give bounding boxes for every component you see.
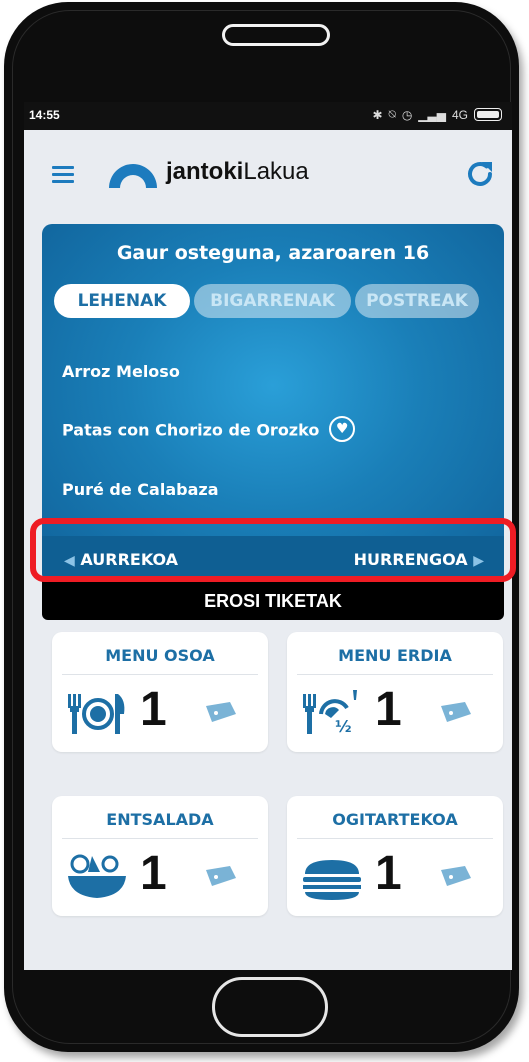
menu-date: Gaur osteguna, azaroaren 16 <box>116 242 430 264</box>
status-time: 14:55 <box>29 108 60 122</box>
network-type: 4G <box>451 107 468 122</box>
divider <box>297 674 493 675</box>
favorite-heart-icon[interactable]: ♥ <box>329 416 356 442</box>
brand-light: Lakua <box>243 158 309 185</box>
ticket-icon <box>206 866 236 886</box>
dish-item: Puré de Calabaza <box>62 480 218 499</box>
ticket-title: MENU OSOA <box>105 646 215 665</box>
divider <box>62 674 258 675</box>
dish-name: Patas con Chorizo de Orozko <box>62 420 320 440</box>
dish-item: Patas con Chorizo de Orozko ♥ <box>62 416 356 444</box>
plate-cutlery-icon <box>68 694 125 734</box>
refresh-icon[interactable] <box>464 158 496 190</box>
status-bar: 14:55 ✱ ⍉ ◷ ▁▃▅ 4G <box>24 102 512 130</box>
tab-lehenak[interactable]: LEHENAK <box>54 284 190 318</box>
dish-name: Puré de Calabaza <box>62 480 219 499</box>
brand-title: jantokiLakua <box>166 158 309 186</box>
ticket-count: 1 <box>140 847 167 900</box>
course-tabs: LEHENAK BIGARRENAK POSTREAK <box>54 284 479 318</box>
ticket-title: OGITARTEKOA <box>332 810 458 829</box>
divider <box>297 838 493 839</box>
navigation-highlight-frame <box>30 518 516 582</box>
sandwich-icon <box>303 860 361 900</box>
logo-icon <box>109 164 157 188</box>
status-icons: ✱ ⍉ ◷ ▁▃▅ 4G <box>373 107 502 122</box>
signal-icon: ▁▃▅ <box>418 107 446 122</box>
brand-bold: jantoki <box>166 158 244 185</box>
ticket-card-menu-osoa[interactable]: MENU OSOA 1 <box>52 632 268 752</box>
ticket-icon <box>441 702 471 722</box>
ticket-count: 1 <box>375 683 402 736</box>
bluetooth-icon: ✱ <box>372 107 383 122</box>
dish-item: Arroz Meloso <box>62 362 180 381</box>
battery-icon <box>474 108 502 121</box>
half-menu-icon: ½ <box>303 690 357 736</box>
speaker-grille <box>222 24 330 46</box>
hamburger-menu-icon[interactable] <box>52 166 74 183</box>
salad-bowl-icon <box>68 854 126 898</box>
app-bar: jantokiLakua <box>24 130 512 216</box>
ticket-icon <box>441 866 471 886</box>
tab-bigarrenak[interactable]: BIGARRENAK <box>194 284 351 318</box>
ticket-card-entsalada[interactable]: ENTSALADA 1 <box>52 796 268 916</box>
ticket-card-ogitartekoa[interactable]: OGITARTEKOA 1 <box>287 796 503 916</box>
ticket-icon <box>206 702 236 722</box>
ticket-title: ENTSALADA <box>106 810 214 829</box>
alarm-icon: ◷ <box>401 107 413 122</box>
tab-postreak[interactable]: POSTREAK <box>355 284 479 318</box>
mute-icon: ⍉ <box>388 107 396 121</box>
ticket-card-menu-erdia[interactable]: MENU ERDIA ½ 1 <box>287 632 503 752</box>
ticket-count: 1 <box>140 683 167 736</box>
ticket-count: 1 <box>375 847 402 900</box>
divider <box>62 838 258 839</box>
ticket-title: MENU ERDIA <box>338 646 452 665</box>
dish-name: Arroz Meloso <box>62 362 180 381</box>
svg-text:½: ½ <box>335 717 352 736</box>
home-button[interactable] <box>212 977 328 1037</box>
buy-tickets-button[interactable]: EROSI TIKETAK <box>42 581 504 620</box>
